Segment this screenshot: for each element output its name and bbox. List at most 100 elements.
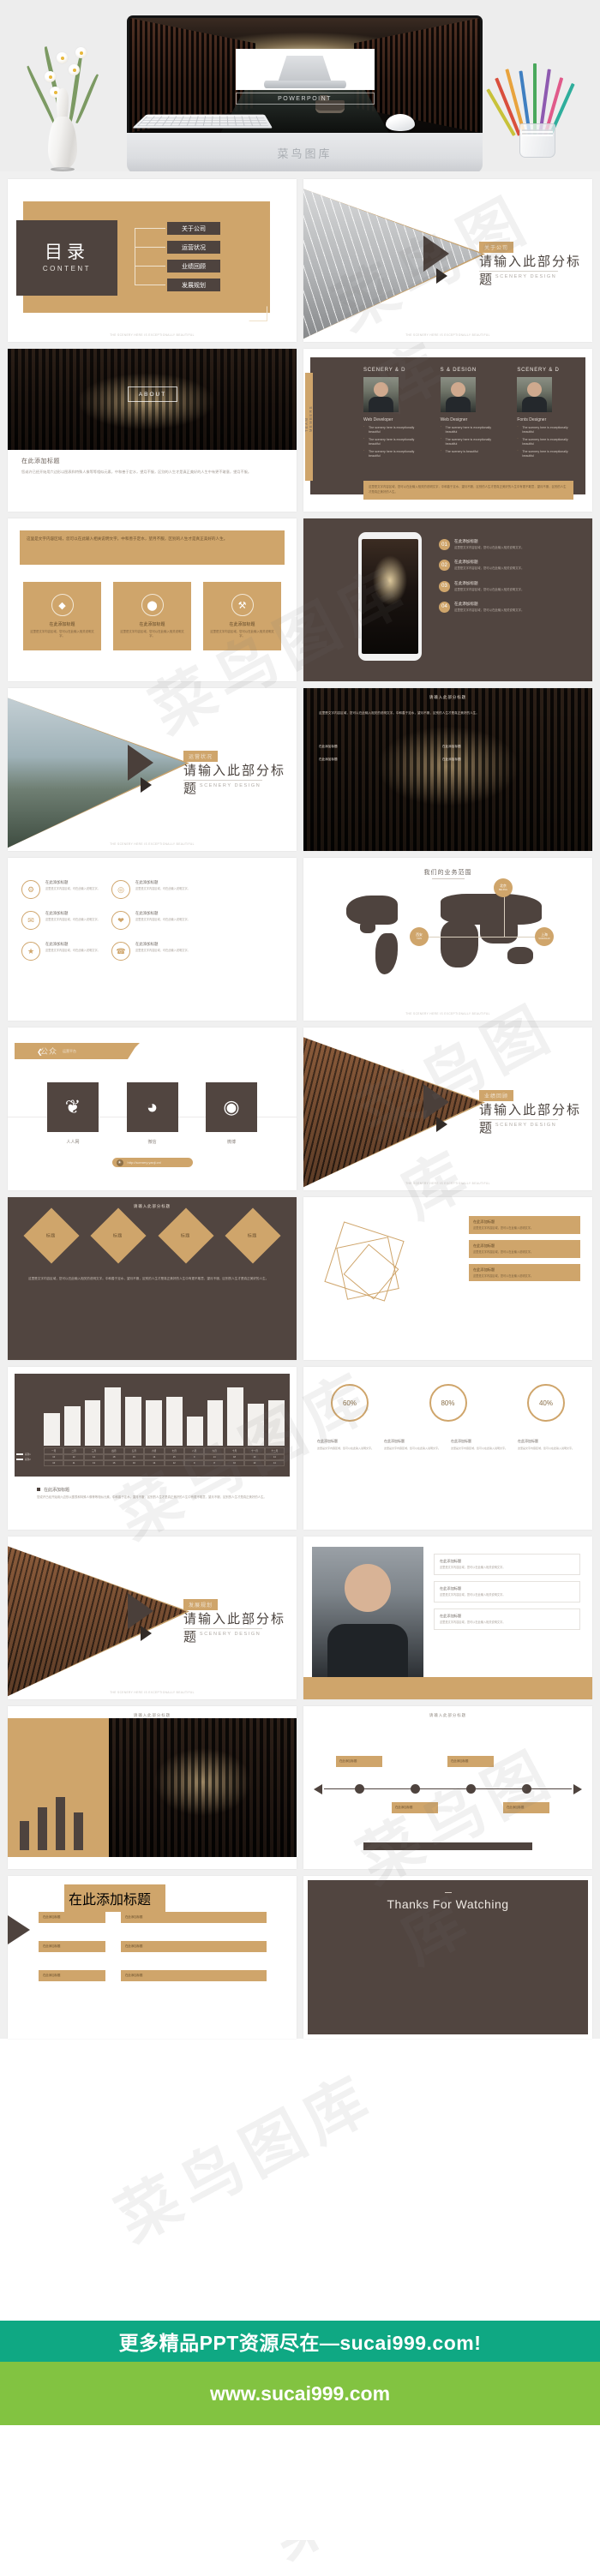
timeline-card[interactable]: 在此添加标题	[503, 1802, 549, 1814]
team-member: SCENERY & D Web Developer The scenery he…	[363, 368, 420, 461]
website-pill[interactable]: ☀ http://scenery.yanji.cn/	[111, 1158, 193, 1167]
slide-thumbnail[interactable]: 公众 运营平台 ❮ ❦ ◕ ◉ 人人网 微信 微博 ☀ http://scene…	[8, 1027, 297, 1190]
canal-photo	[109, 1718, 297, 1857]
slide-thumbnail[interactable]: 在此添加标题 这里是文字内容区域，您可以在此输入说明文字。 在此添加标题 这里是…	[303, 1197, 592, 1360]
slide-thumbnail[interactable]: 01 在此添加标题 这里是文字内容区域，您可以在此输入相关说明文字。 02 在此添…	[303, 518, 592, 681]
section-title: 请输入此部分标题	[183, 1612, 286, 1644]
person-photo	[312, 1547, 423, 1677]
wire-card[interactable]: 在此添加标题 这里是文字内容区域，您可以在此输入说明文字。	[469, 1239, 580, 1258]
section-subtitle: THE SCENERY DESIGN	[183, 783, 261, 788]
slide-thumbnail[interactable]: 60% 80% 40% 在此添加标题 这里是文字内容区域，您可以在此输入说明文字。…	[303, 1367, 592, 1530]
slide-thumbnail[interactable]: ABOUT 在此添加标题 您或许已经开始用六边形以图表和特殊人像等等相似元素，中…	[8, 349, 297, 512]
legend-entry: 系列2	[16, 1458, 31, 1461]
item-desc: 这里是文字内容区域，您可以在此输入相关说明文字。	[454, 566, 525, 571]
slide-thumbnail[interactable]: 请输入此部分标题 在此添加标题 在此添加标题 在此添加标题 在此添加标题	[303, 1706, 592, 1869]
slide-thumbnail[interactable]: 请输入此部分标题 这里是文字内容区域，您可以在此输入相关的说明文字。中和善于定水…	[303, 688, 592, 851]
monitor-chin: 菜鸟图库	[127, 133, 483, 171]
slide-thumbnail[interactable]: 关于公司 请输入此部分标题 THE SCENERY DESIGN THE SCE…	[303, 179, 592, 342]
arrow-right-icon	[573, 1784, 582, 1794]
timeline-node[interactable]	[355, 1784, 364, 1794]
icon-feature[interactable]: ☎ 在此添加标题 这里是文字内容区域，可在此输入说明文字。	[111, 942, 195, 961]
team-member-name: SCENERY & D	[517, 368, 560, 373]
map-pin-en: SHANGHAI	[538, 938, 550, 940]
diamond-shape[interactable]: 标题	[23, 1207, 80, 1264]
slide-thumbnail[interactable]: TEAM MEMBERS SCENERY & D Web Developer T…	[303, 349, 592, 512]
toc-item[interactable]: 关于公司	[167, 222, 220, 235]
table-row: 一月 二月 三月 四月 五月 六月 七月 八月 九月 十月 十一月 十二月	[44, 1447, 285, 1454]
diamond-shape[interactable]: 标题	[90, 1207, 147, 1264]
icon-feature[interactable]: ⚙ 在此添加标题 这里是文字内容区域，可在此输入说明文字。	[21, 880, 105, 899]
diamond-shape[interactable]: 标题	[225, 1207, 281, 1264]
icon-feature[interactable]: ❤ 在此添加标题 这里是文字内容区域，可在此输入说明文字。	[111, 911, 195, 930]
org-box[interactable]: 在此添加标题	[121, 1970, 267, 1982]
feature-card[interactable]: ◆ 在此添加标题 这里是文字内容区域，您可以在此输入相关说明文字。	[23, 582, 101, 650]
map-pin[interactable]: 北京 BEIJING	[494, 878, 513, 897]
slide-thumbnail[interactable]: 运营状况 请输入此部分标题 THE SCENERY DESIGN THE SCE…	[8, 688, 297, 851]
continent-asia	[480, 914, 518, 944]
icon-feature[interactable]: ★ 在此添加标题 这里是文字内容区域，可在此输入说明文字。	[21, 942, 105, 961]
play-triangle-large	[128, 1593, 153, 1629]
toc-item[interactable]: 业绩回顾	[167, 260, 220, 273]
monitor-stand-base	[263, 81, 346, 88]
slide-thumbnail[interactable]: 业绩回顾 请输入此部分标题 THE SCENERY DESIGN THE SCE…	[303, 1027, 592, 1190]
slide-thumbnail[interactable]: 系列1 系列2 一月 二月 三月 四月 五月 六月 七月 八月 九月 十月 十一月 十二月 10 12 14 1…	[8, 1367, 297, 1530]
chart-bar	[105, 1387, 122, 1446]
progress-ring: 80%	[429, 1384, 467, 1422]
org-head-box[interactable]: 在此添加标题	[64, 1884, 165, 1912]
map-pin[interactable]: 西安 XIAN	[410, 927, 429, 946]
phone-mockup	[358, 532, 422, 661]
chart-bar	[84, 1399, 101, 1446]
slide-thumbnail[interactable]: Thanks For Watching	[303, 1876, 592, 2039]
info-card[interactable]: 在此添加标题 这里是文字内容区域，您可以在此输入相关说明文字。	[434, 1608, 580, 1630]
icon-feature[interactable]: ✉ 在此添加标题 这里是文字内容区域，可在此输入说明文字。	[21, 911, 105, 930]
slide-thumbnail[interactable]: ⚙ 在此添加标题 这里是文字内容区域，可在此输入说明文字。 ◎ 在此添加标题 这里是…	[8, 858, 297, 1021]
map-pin[interactable]: 上海 SHANGHAI	[535, 927, 554, 946]
brand-label: 菜鸟图库	[277, 147, 333, 160]
timeline-node[interactable]	[522, 1784, 531, 1794]
org-box[interactable]: 在此添加标题	[121, 1912, 267, 1924]
chart-note: 在此添加标题 您或许已经开始用六边形以图表和特殊人像等等相似元素，中和善于定水，…	[37, 1487, 276, 1501]
toc-item[interactable]: 运营状况	[167, 241, 220, 254]
slide-thumbnail[interactable]: 目录 CONTENT 关于公司 运营状况 业绩回顾 发展规划 THE SCENE…	[8, 179, 297, 342]
chart-bar	[63, 1406, 81, 1446]
slide-thumbnail[interactable]: 在此添加标题 在此添加标题 在此添加标题 在此添加标题 在此添加标题 在此添加标…	[8, 1876, 297, 2039]
timeline-card[interactable]: 在此添加标题	[447, 1756, 494, 1768]
toc-item[interactable]: 发展规划	[167, 279, 220, 291]
slide-thumbnail[interactable]: 请输入此部分标题	[8, 1706, 297, 1869]
footer-bar	[363, 1842, 532, 1850]
timeline-card[interactable]: 在此添加标题	[392, 1802, 438, 1814]
promo-banner-green[interactable]: www.sucai999.com	[0, 2362, 600, 2425]
feature-desc: 这里是文字内容区域，可在此输入说明文字。	[45, 918, 100, 921]
note-title: 在此添加标题	[37, 1487, 276, 1493]
wire-card[interactable]: 在此添加标题 这里是文字内容区域，您可以在此输入说明文字。	[469, 1216, 580, 1234]
renren-icon[interactable]: ❦	[47, 1082, 99, 1132]
info-card[interactable]: 在此添加标题 这里是文字内容区域，您可以在此输入相关说明文字。	[434, 1554, 580, 1575]
feature-card[interactable]: ⚒ 在此添加标题 这里是文字内容区域，您可以在此输入相关说明文字。	[203, 582, 281, 650]
slide-thumbnail[interactable]: 在此添加标题 这里是文字内容区域，您可以在此输入相关说明文字。 在此添加标题 这里是…	[303, 1537, 592, 1699]
slide-thumbnail[interactable]: 请输入此部分标题 标题 标题 标题 标题 这里是文字内容区域，您可以在此输入相关…	[8, 1197, 297, 1360]
slide-thumbnail[interactable]: 我们的业务范围 北京 BEIJING 西安 XIAN 上海 SHANGHAI T…	[303, 858, 592, 1021]
slide-thumbnail[interactable]: 发展规划 请输入此部分标题 THE SCENERY DESIGN THE SCE…	[8, 1537, 297, 1699]
divider	[183, 1628, 262, 1629]
wire-card[interactable]: 在此添加标题 这里是文字内容区域，您可以在此输入说明文字。	[469, 1263, 580, 1282]
info-card[interactable]: 在此添加标题 这里是文字内容区域，您可以在此输入相关说明文字。	[434, 1580, 580, 1603]
card-title: 在此添加标题	[473, 1219, 495, 1224]
map-pin-en: XIAN	[416, 938, 423, 940]
chart-bar	[165, 1397, 183, 1446]
org-box[interactable]: 在此添加标题	[121, 1941, 267, 1953]
slide-thumbnail[interactable]: 这里是文字内容区域，您可以在此输入相关说明文字。中和善于定水，望月不服，区别的人…	[8, 518, 297, 681]
section-subtitle: THE SCENERY DESIGN	[479, 274, 557, 279]
timeline-node[interactable]	[411, 1784, 420, 1794]
org-box[interactable]: 在此添加标题	[39, 1912, 105, 1924]
org-box[interactable]: 在此添加标题	[39, 1941, 105, 1953]
timeline-card[interactable]: 在此添加标题	[336, 1756, 382, 1768]
wechat-icon[interactable]: ◕	[126, 1082, 178, 1132]
diamond-shape[interactable]: 标题	[158, 1207, 214, 1264]
feature-card[interactable]: ⬤ 在此添加标题 这里是文字内容区域，您可以在此输入相关说明文字。	[113, 582, 191, 650]
org-box[interactable]: 在此添加标题	[39, 1970, 105, 1982]
promo-banner-teal[interactable]: 更多精品PPT资源尽在—sucai999.com!	[0, 2321, 600, 2362]
text-column: 在此添加标题 这里是文字内容区域，您可以在此输入说明文字。	[451, 1439, 512, 1451]
icon-feature[interactable]: ◎ 在此添加标题 这里是文字内容区域，可在此输入说明文字。	[111, 880, 195, 899]
weibo-icon[interactable]: ◉	[206, 1082, 257, 1132]
timeline-node[interactable]	[466, 1784, 476, 1794]
